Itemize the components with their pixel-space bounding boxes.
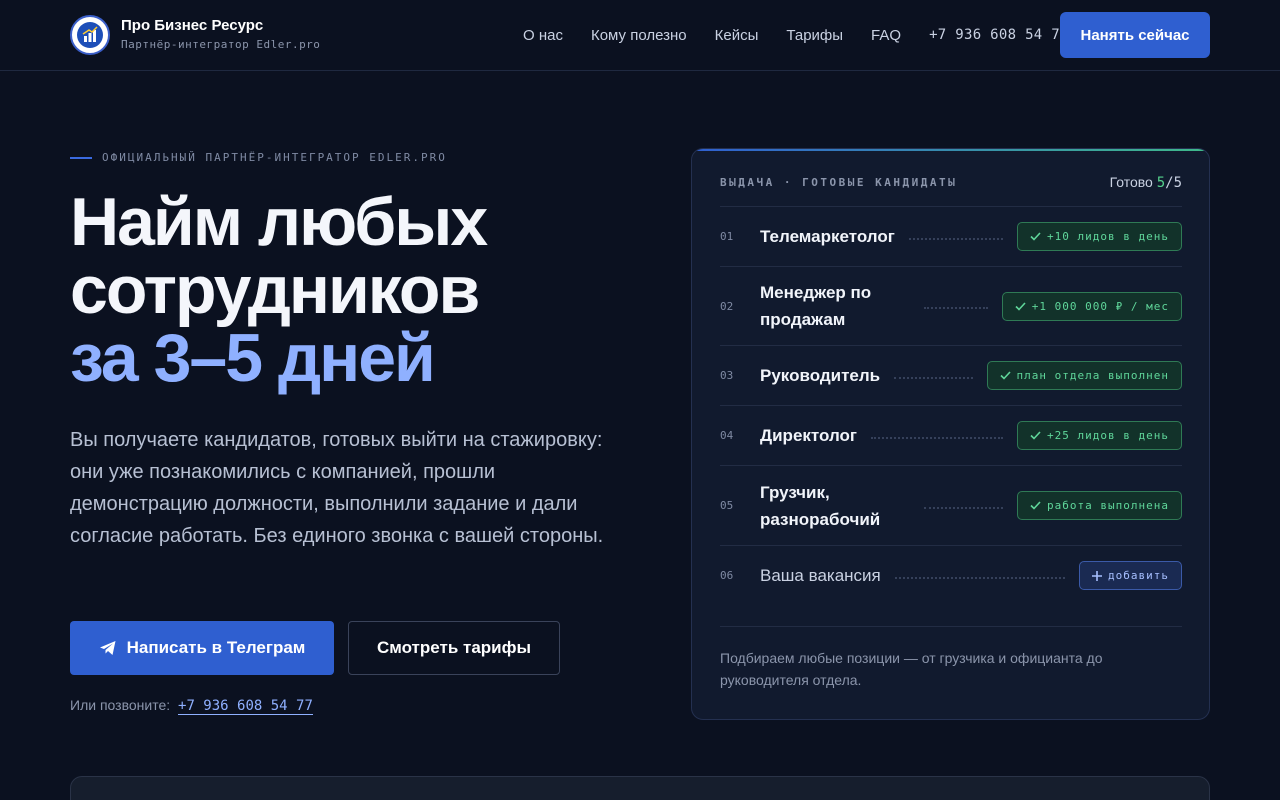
- list-item: 02 Менеджер по продажам +1 000 000 ₽ / м…: [720, 266, 1182, 345]
- row-dots-leader: [924, 506, 1004, 509]
- row-dots-leader: [908, 237, 1004, 240]
- check-icon: [999, 371, 1011, 380]
- check-icon: [1015, 301, 1026, 311]
- plus-icon: [1092, 570, 1103, 581]
- brand-subtitle: Партнёр-интегратор Edler.pro: [121, 38, 321, 51]
- call-line: Или позвоните: +7 936 608 54 77: [70, 697, 313, 715]
- row-result-badge: +1 000 000 ₽ / мес: [1001, 291, 1182, 321]
- hero-title-line-3: за 3–5 дней: [70, 320, 436, 396]
- hire-now-button[interactable]: Нанять сейчас: [1060, 12, 1210, 58]
- badge-label: план отдела выполнен: [1016, 369, 1169, 382]
- check-icon: [1030, 232, 1041, 241]
- nav-phone-link[interactable]: +7 936 608 54 77: [929, 27, 1069, 43]
- row-number: 04: [720, 429, 734, 442]
- list-item: 05 Грузчик, разнорабочий работа выполнен…: [720, 465, 1182, 545]
- badge-label: +1 000 000 ₽ / мес: [1031, 299, 1169, 313]
- hero-title-line-1: Найм любых: [70, 184, 488, 260]
- row-position: Телемаркетолог: [760, 227, 895, 246]
- hero-title-line-2: сотрудников: [70, 252, 480, 328]
- candidates-card: ВЫДАЧА · ГОТОВЫЕ КАНДИДАТЫ Готово 5/5 01…: [691, 148, 1210, 720]
- row-position: Директолог: [760, 426, 858, 445]
- brand-logo-icon[interactable]: [70, 15, 110, 55]
- add-vacancy-button[interactable]: добавить: [1079, 561, 1182, 590]
- card-accent-bar: [692, 149, 1209, 151]
- card-title: ВЫДАЧА · ГОТОВЫЕ КАНДИДАТЫ: [720, 176, 958, 189]
- badge-label: добавить: [1108, 569, 1169, 582]
- nav-link-audience[interactable]: Кому полезно: [591, 27, 687, 44]
- brand-name[interactable]: Про Бизнес Ресурс: [121, 17, 263, 34]
- telegram-icon: [99, 641, 116, 655]
- call-prefix: Или позвоните:: [70, 697, 171, 713]
- row-number: 03: [720, 369, 734, 382]
- eyebrow-divider: [70, 157, 92, 159]
- next-section-panel: [70, 776, 1210, 800]
- list-item: 04 Директолог +25 лидов в день: [720, 405, 1182, 465]
- list-item: 03 Руководитель план отдела выполнен: [720, 345, 1182, 405]
- row-position: Менеджер по продажам: [760, 283, 872, 329]
- candidate-list: 01 Телемаркетолог +10 лидов в день 02 Ме…: [720, 206, 1182, 605]
- row-result-badge: +25 лидов в день: [1017, 421, 1182, 450]
- telegram-button[interactable]: Написать в Телеграм: [70, 621, 334, 675]
- check-icon: [1030, 501, 1041, 510]
- row-dots-leader: [894, 576, 1066, 579]
- card-footer-text: Подбираем любые позиции — от грузчика и …: [720, 650, 1103, 688]
- row-result-badge: план отдела выполнен: [986, 361, 1182, 390]
- list-item: 06 Ваша вакансия добавить: [720, 545, 1182, 605]
- ready-counter: Готово 5/5: [1110, 174, 1182, 191]
- site-header: Про Бизнес Ресурс Партнёр-интегратор Edl…: [0, 0, 1280, 71]
- row-position: Грузчик, разнорабочий: [760, 482, 881, 529]
- hero-title: Найм любых сотрудников за 3–5 дней: [70, 184, 488, 396]
- call-phone-link[interactable]: +7 936 608 54 77: [178, 698, 313, 715]
- row-dots-leader: [924, 307, 988, 309]
- row-number: 01: [720, 230, 734, 243]
- check-icon: [1030, 431, 1041, 440]
- row-position: Руководитель: [760, 366, 881, 385]
- hero-lead: Вы получаете кандидатов, готовых выйти н…: [70, 429, 604, 547]
- row-dots-leader: [894, 376, 973, 379]
- badge-label: +25 лидов в день: [1047, 429, 1169, 442]
- row-result-badge: работа выполнена: [1017, 491, 1182, 520]
- ready-done-count: 5: [1156, 175, 1166, 191]
- main-nav: О нас Кому полезно Кейсы Тарифы FAQ +7 9…: [523, 0, 1069, 70]
- badge-label: работа выполнена: [1047, 499, 1169, 512]
- hero-eyebrow: ОФИЦИАЛЬНЫЙ ПАРТНЁР-ИНТЕГРАТОР EDLER.PRO: [102, 151, 447, 164]
- telegram-button-label: Написать в Телеграм: [126, 638, 306, 657]
- row-number: 02: [720, 299, 734, 313]
- nav-link-about[interactable]: О нас: [523, 27, 563, 44]
- card-divider: [720, 626, 1182, 627]
- ready-total-count: /5: [1165, 175, 1182, 191]
- row-position: Ваша вакансия: [760, 566, 881, 585]
- row-number: 06: [720, 569, 734, 582]
- view-tariffs-button[interactable]: Смотреть тарифы: [348, 621, 560, 675]
- nav-link-cases[interactable]: Кейсы: [715, 27, 759, 44]
- nav-link-faq[interactable]: FAQ: [871, 27, 901, 44]
- list-item: 01 Телемаркетолог +10 лидов в день: [720, 206, 1182, 266]
- badge-label: +10 лидов в день: [1047, 230, 1169, 243]
- row-dots-leader: [871, 436, 1004, 439]
- row-result-badge: +10 лидов в день: [1017, 222, 1182, 251]
- ready-label: Готово: [1109, 174, 1153, 190]
- nav-link-tariffs[interactable]: Тарифы: [786, 27, 843, 44]
- row-number: 05: [720, 499, 734, 512]
